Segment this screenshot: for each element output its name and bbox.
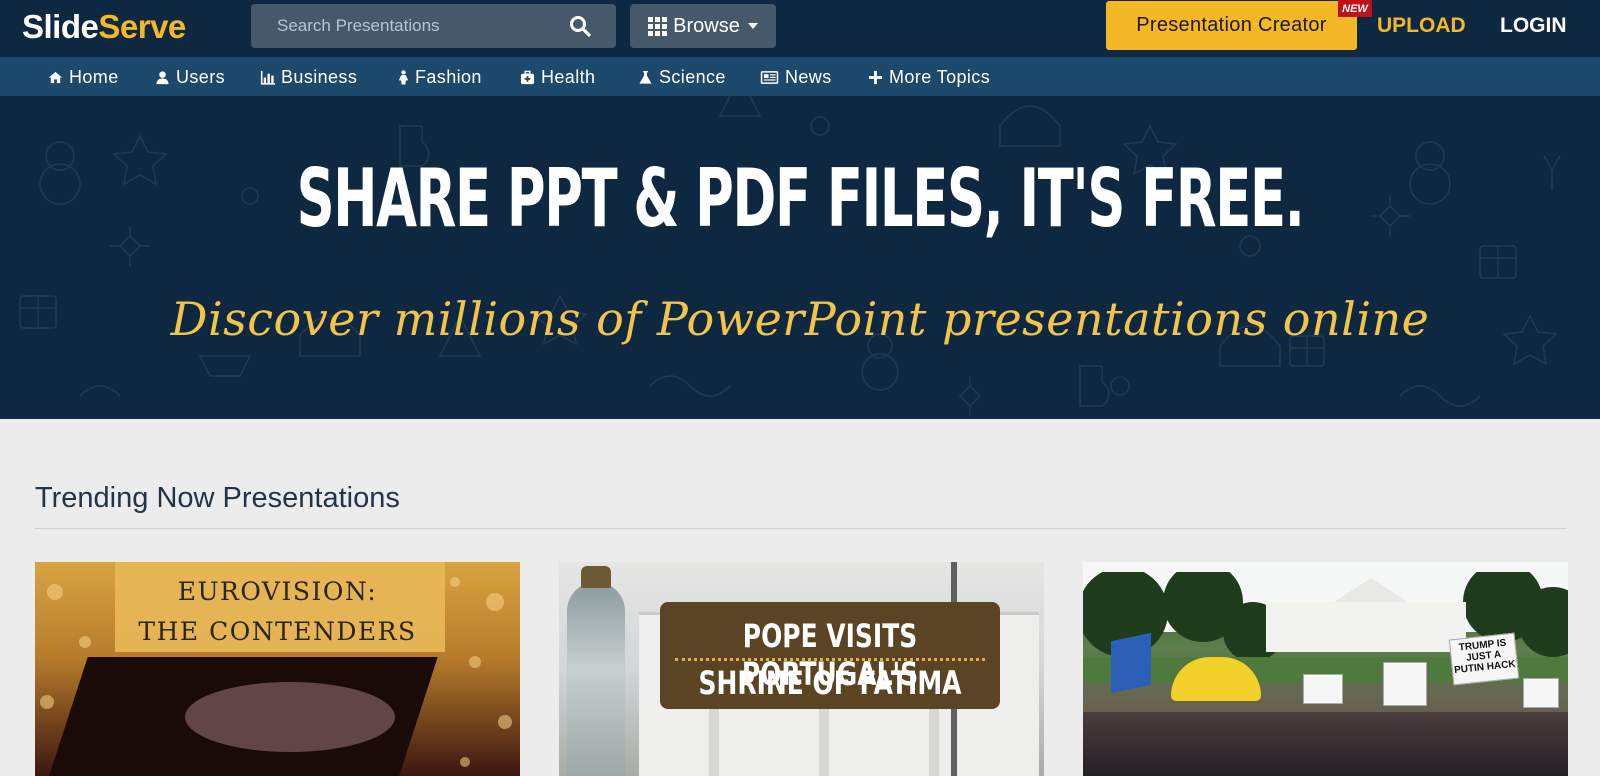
browse-button[interactable]: Browse — [630, 4, 776, 48]
presentation-card-eurovision[interactable]: EUROVISION: THE CONTENDERS — [35, 562, 520, 776]
nav-item-label: Fashion — [415, 67, 482, 87]
search-icon[interactable] — [569, 15, 591, 37]
nav-item-fashion[interactable]: Fashion — [398, 67, 482, 88]
topic-nav-bar: Home Users Business Fashion Health Scien… — [0, 57, 1600, 96]
nav-item-label: Health — [541, 67, 596, 87]
search-box — [251, 4, 616, 48]
nav-item-label: News — [785, 67, 832, 87]
protest-sign: TRUMP IS JUST A PUTIN HACK — [1448, 632, 1520, 686]
presentation-card-pope[interactable]: POPE VISITS PORTUGAL'S SHRINE OF FATIMA — [559, 562, 1044, 776]
protest-sign-blank — [1303, 674, 1343, 704]
female-icon — [398, 70, 409, 85]
presentation-card-protest[interactable]: TRUMP IS JUST A PUTIN HACK — [1083, 562, 1568, 776]
nav-item-health[interactable]: Health — [520, 67, 595, 88]
medkit-icon — [520, 70, 535, 85]
hero-banner: SHARE PPT & PDF FILES, IT'S FREE. Discov… — [0, 96, 1600, 419]
card-title-line2: SHRINE OF FATIMA — [698, 664, 962, 702]
nav-item-label: Science — [659, 67, 726, 87]
hero-title: SHARE PPT & PDF FILES, IT'S FREE. — [296, 152, 1305, 245]
nav-item-users[interactable]: Users — [155, 67, 225, 88]
presentation-creator-button[interactable]: Presentation Creator — [1106, 1, 1357, 50]
nav-item-home[interactable]: Home — [48, 67, 119, 88]
nav-item-label: Business — [281, 67, 358, 87]
nav-item-label: Home — [69, 67, 119, 87]
card-title: EUROVISION: THE CONTENDERS — [35, 572, 520, 652]
nav-item-more-topics[interactable]: More Topics — [868, 67, 990, 88]
nav-item-label: Users — [176, 67, 226, 87]
presentation-creator-label: Presentation Creator — [1136, 14, 1327, 36]
search-input[interactable] — [251, 4, 561, 48]
new-badge: NEW — [1338, 0, 1372, 17]
upload-link[interactable]: UPLOAD — [1377, 14, 1466, 38]
nav-item-news[interactable]: News — [760, 67, 832, 88]
caret-down-icon — [747, 23, 758, 29]
flask-icon — [638, 70, 653, 85]
trending-section-title: Trending Now Presentations — [35, 482, 400, 514]
protest-sign-blank — [1523, 678, 1559, 708]
section-divider — [35, 528, 1567, 529]
dotted-divider — [675, 658, 985, 661]
login-link[interactable]: LOGIN — [1500, 14, 1567, 38]
statue-image — [567, 582, 625, 776]
logo[interactable]: SlideServe — [22, 8, 186, 46]
top-bar: SlideServe Browse Presentation Creator N… — [0, 0, 1600, 57]
performer-shape — [185, 682, 395, 752]
white-house-roof — [1331, 578, 1411, 604]
crown-image — [581, 566, 611, 588]
hero-background-pattern — [19, 96, 1561, 416]
home-icon — [48, 70, 63, 85]
plus-icon — [868, 70, 883, 85]
logo-part2: Serve — [98, 8, 186, 45]
bar-chart-icon — [260, 70, 275, 85]
card-title-line1: EUROVISION: — [177, 577, 378, 606]
nav-item-science[interactable]: Science — [638, 67, 726, 88]
nav-item-business[interactable]: Business — [260, 67, 357, 88]
white-house-image — [1266, 602, 1466, 652]
user-icon — [155, 70, 170, 85]
logo-part1: Slide — [22, 8, 99, 45]
card-title-line2: THE CONTENDERS — [138, 617, 417, 646]
protest-sign-blank — [1383, 662, 1427, 706]
flag — [1111, 632, 1151, 694]
grid-icon — [648, 16, 668, 36]
browse-label: Browse — [673, 14, 740, 37]
crowd — [1083, 712, 1568, 776]
nav-item-label: More Topics — [889, 67, 991, 87]
hero-subtitle: Discover millions of PowerPoint presenta… — [170, 292, 1430, 346]
newspaper-icon — [760, 70, 779, 85]
